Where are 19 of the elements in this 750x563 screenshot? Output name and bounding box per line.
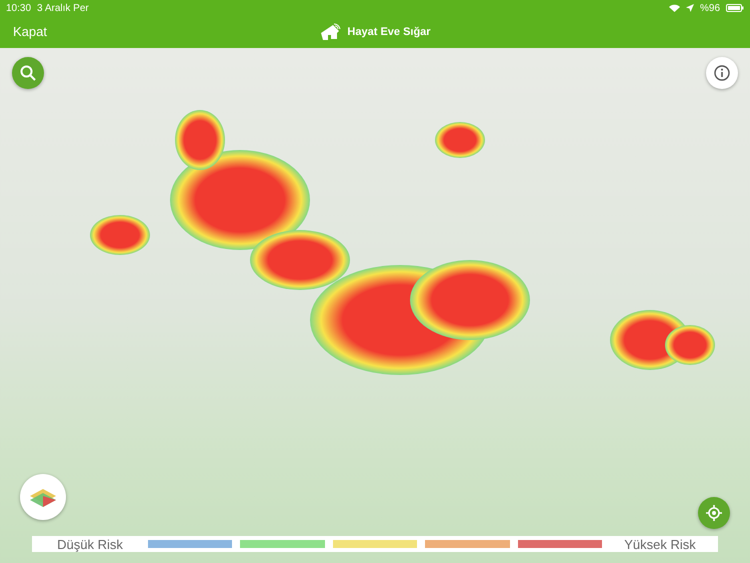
status-date: 3 Aralık Per — [37, 2, 89, 14]
locate-button[interactable] — [698, 497, 730, 529]
map-layers-button[interactable] — [20, 474, 66, 520]
search-icon — [20, 65, 36, 81]
heat-spot — [435, 122, 485, 158]
info-icon — [714, 65, 730, 81]
battery-icon — [726, 4, 744, 12]
location-arrow-icon — [686, 4, 694, 12]
location-target-icon — [706, 505, 722, 521]
low-risk-label: Düşük Risk — [56, 536, 124, 552]
high-risk-label: Yüksek Risk — [623, 536, 697, 552]
app-title: Hayat Eve Sığar — [347, 26, 431, 38]
heatmap-map-placeholder[interactable]: Düşük Risk Yüksek Risk — [0, 48, 750, 563]
hand-house-logo-icon — [319, 22, 342, 40]
battery-percent: %96 — [700, 2, 720, 14]
info-button[interactable] — [706, 57, 738, 89]
wifi-icon — [668, 4, 680, 12]
search-button[interactable] — [12, 57, 44, 89]
status-time: 10:30 — [6, 2, 32, 14]
